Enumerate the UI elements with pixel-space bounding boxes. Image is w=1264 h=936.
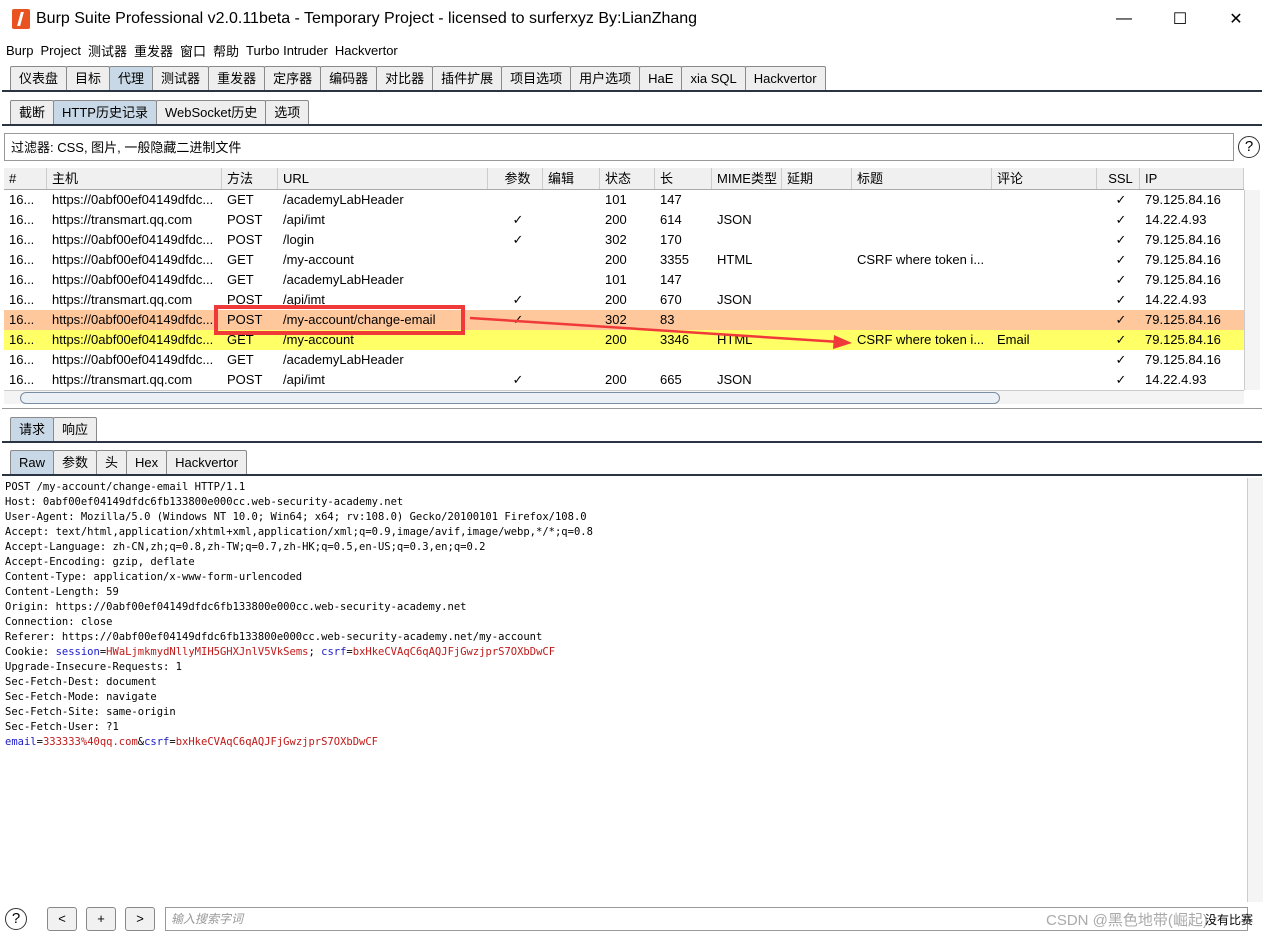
request-line: Accept-Language: zh-CN,zh;q=0.8,zh-TW;q=… [5,541,486,553]
match-count: 没有比赛 [1205,913,1254,927]
tab-item[interactable]: 参数 [53,450,98,474]
cookie-part: bxHkeCVAqC6qAQJFjGwzjprS7OXbDwCF [352,646,556,658]
editor-vertical-scrollbar[interactable] [1247,478,1263,902]
prev-match-button[interactable]: < [47,907,77,931]
cookie-part: ; [308,646,322,658]
help-icon[interactable]: ? [5,908,27,930]
request-line: Content-Length: 59 [5,586,119,598]
body-part: bxHkeCVAqC6qAQJFjGwzjprS7OXbDwCF [175,736,379,748]
request-line: Host: 0abf00ef04149dfdc6fb133800e000cc.w… [5,496,404,508]
request-line: Sec-Fetch-Dest: document [5,676,157,688]
request-editor[interactable]: POST /my-account/change-email HTTP/1.1 Ho… [5,480,593,750]
search-bar: ? < + > 输入搜索字词 CSDN @黑色地带(崛起) 没有比赛 [0,905,1264,933]
divider [2,441,1262,444]
cookie-line: Cookie: session=HWaLjmkmydNllyMIH5GHXJnl… [5,645,593,660]
request-line: Accept: text/html,application/xhtml+xml,… [5,526,593,538]
tab-item[interactable]: 头 [96,450,128,474]
body-part: email [5,736,37,748]
watermark: CSDN @黑色地带(崛起) [1046,912,1208,929]
request-line: Sec-Fetch-Site: same-origin [5,706,176,718]
request-line: Sec-Fetch-User: ?1 [5,721,119,733]
request-line: User-Agent: Mozilla/5.0 (Windows NT 10.0… [5,511,587,523]
divider [2,408,1262,411]
request-line: Upgrade-Insecure-Requests: 1 [5,661,183,673]
tab-item[interactable]: 响应 [53,417,98,441]
request-line: Accept-Encoding: gzip, deflate [5,556,195,568]
divider [2,474,1262,477]
message-tabs: 请求 响应 [10,417,98,441]
view-tabs: Raw 参数头 Hex Hackvertor [10,450,248,474]
cookie-part: Cookie: [5,646,56,658]
tab-item[interactable]: Hackvertor [166,450,248,474]
request-line: Content-Type: application/x-www-form-url… [5,571,303,583]
tab-item[interactable]: Hex [126,450,168,474]
request-body: email=333333%40qq.com&csrf=bxHkeCVAqC6qA… [5,735,593,750]
request-line: Connection: close [5,616,113,628]
cookie-part: session [55,646,100,658]
arrow-head-icon [833,335,852,349]
next-match-button[interactable]: > [125,907,155,931]
arrow-line [469,316,841,344]
request-line: POST /my-account/change-email HTTP/1.1 [5,481,246,493]
request-line: Sec-Fetch-Mode: navigate [5,691,157,703]
request-line: Origin: https://0abf00ef04149dfdc6fb1338… [5,601,467,613]
options-button[interactable]: + [86,907,116,931]
body-part: csrf [144,736,170,748]
cookie-part: csrf [321,646,347,658]
request-line: Referer: https://0abf00ef04149dfdc6fb133… [5,631,543,643]
tab-item[interactable]: 请求 [10,417,55,441]
cookie-part: HWaLjmkmydNllyMIH5GHXJnlV5VkSems [106,646,309,658]
body-part: 333333%40qq.com [42,736,138,748]
tab-item[interactable]: Raw [10,450,55,474]
